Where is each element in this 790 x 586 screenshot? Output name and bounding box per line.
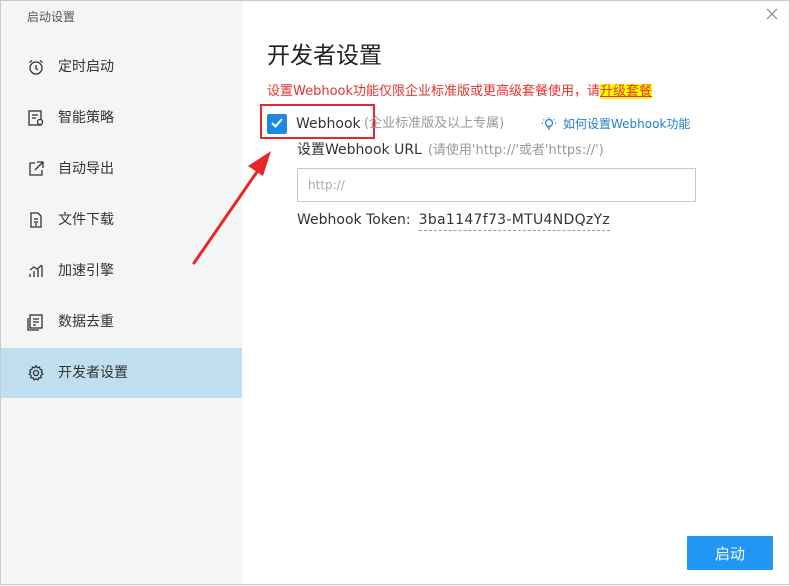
token-value[interactable]: 3ba1147f73-MTU4NDQzYz	[418, 212, 611, 231]
checkmark-icon	[270, 115, 284, 134]
sidebar-item-data-dedupe[interactable]: 数据去重	[1, 297, 242, 347]
sidebar-item-label: 定时启动	[58, 59, 114, 75]
webhook-token-row: Webhook Token: 3ba1147f73-MTU4NDQzYz	[297, 211, 611, 231]
url-label-text: 设置Webhook URL	[297, 142, 422, 158]
alarm-clock-icon	[26, 57, 46, 77]
sidebar-item-label: 智能策略	[58, 110, 114, 126]
dedupe-icon	[26, 312, 46, 332]
help-link-text: 如何设置Webhook功能	[563, 117, 691, 131]
sidebar-item-acceleration-engine[interactable]: 加速引擎	[1, 246, 242, 296]
sidebar-item-auto-export[interactable]: 自动导出	[1, 144, 242, 194]
file-download-icon	[26, 210, 46, 230]
webhook-checkbox-hint: (企业标准版及以上专属)	[364, 116, 505, 131]
webhook-url-label: 设置Webhook URL (请使用'http://'或者'https://')	[297, 141, 604, 160]
sidebar-item-smart-strategy[interactable]: 智能策略	[1, 93, 242, 143]
sidebar-item-label: 数据去重	[58, 314, 114, 330]
export-icon	[26, 159, 46, 179]
settings-window: 启动设置 定时启动 智能策略 自动导出 文件下载 加速引擎 数据去重 开发者设置…	[0, 0, 790, 585]
speed-chart-icon	[26, 261, 46, 281]
lightbulb-icon	[541, 116, 557, 132]
window-title: 启动设置	[27, 10, 76, 24]
url-label-hint: (请使用'http://'或者'https://')	[427, 143, 604, 158]
token-label: Webhook Token:	[297, 212, 411, 228]
sidebar-item-label: 加速引擎	[58, 263, 114, 279]
webhook-checkbox[interactable]	[267, 114, 287, 134]
upgrade-warning: 设置Webhook功能仅限企业标准版或更高级套餐使用，请升级套餐	[267, 83, 653, 101]
webhook-url-input[interactable]	[297, 168, 696, 202]
warning-text: 设置Webhook功能仅限企业标准版或更高级套餐使用，请	[267, 84, 601, 99]
sidebar: 启动设置 定时启动 智能策略 自动导出 文件下载 加速引擎 数据去重 开发者设置	[1, 1, 242, 584]
sidebar-item-label: 开发者设置	[58, 365, 128, 381]
sidebar-item-scheduled-start[interactable]: 定时启动	[1, 42, 242, 92]
sidebar-item-label: 自动导出	[58, 161, 114, 177]
close-icon	[766, 5, 778, 24]
gear-icon	[26, 363, 46, 383]
start-button[interactable]: 启动	[687, 536, 773, 570]
upgrade-plan-link[interactable]: 升级套餐	[600, 84, 653, 99]
sidebar-item-developer-settings[interactable]: 开发者设置	[1, 348, 242, 398]
strategy-icon	[26, 108, 46, 128]
sidebar-item-label: 文件下载	[58, 212, 114, 228]
close-button[interactable]	[763, 5, 781, 23]
webhook-checkbox-label[interactable]: Webhook	[296, 115, 361, 133]
sidebar-item-file-download[interactable]: 文件下载	[1, 195, 242, 245]
webhook-help-link[interactable]: 如何设置Webhook功能	[541, 115, 690, 133]
page-title: 开发者设置	[267, 43, 382, 69]
